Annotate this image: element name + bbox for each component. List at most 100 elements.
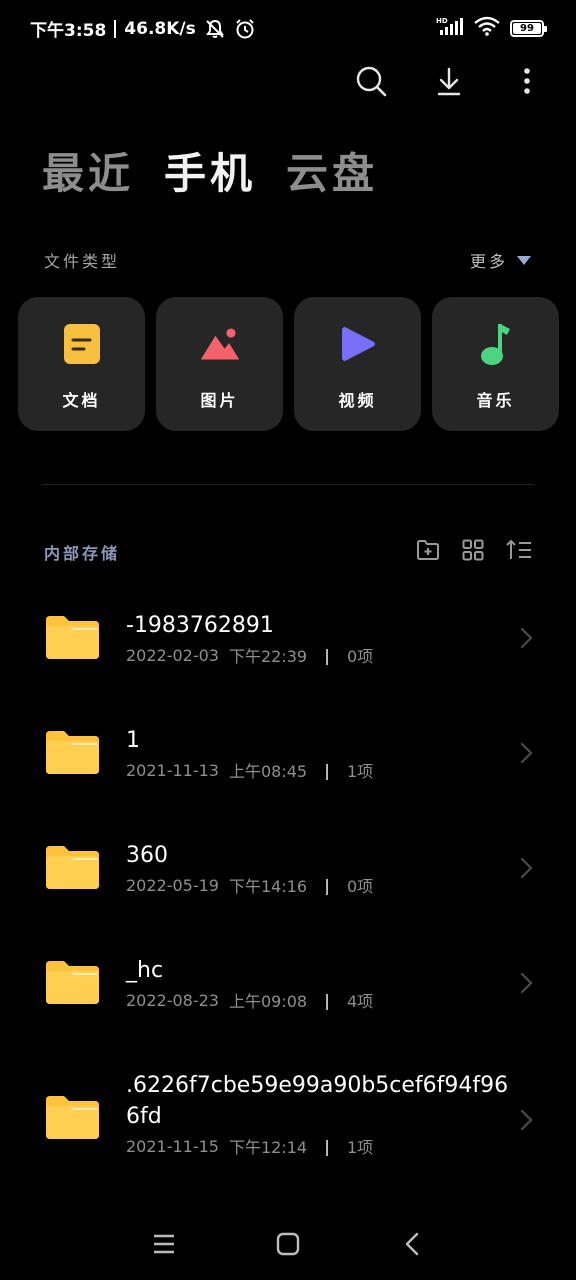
storage-title: 内部存储 bbox=[44, 544, 121, 563]
storage-header: 内部存储 bbox=[44, 539, 532, 565]
mute-icon bbox=[204, 18, 226, 40]
status-bar: 下午3:58 46.8K/s HD 99 bbox=[0, 0, 576, 56]
download-icon[interactable] bbox=[432, 64, 466, 98]
file-date: 2022-08-23 bbox=[126, 990, 219, 1010]
chevron-right-icon bbox=[518, 971, 534, 995]
file-count: 0项 bbox=[346, 877, 374, 896]
battery-icon: 99 bbox=[510, 19, 547, 37]
folder-icon bbox=[44, 729, 101, 775]
category-video[interactable]: 视频 bbox=[294, 297, 421, 431]
more-button[interactable]: 更多 bbox=[470, 248, 532, 272]
file-info: -1983762891 2022-02-03 下午22:39 | 0项 bbox=[126, 610, 516, 667]
category-image[interactable]: 图片 bbox=[156, 297, 283, 431]
image-icon bbox=[199, 323, 241, 365]
top-toolbar bbox=[354, 64, 544, 98]
meta-separator: | bbox=[324, 990, 330, 1010]
search-icon[interactable] bbox=[354, 64, 388, 98]
status-separator bbox=[114, 19, 117, 38]
file-types-header: 文件类型 更多 bbox=[44, 248, 532, 272]
section-divider bbox=[42, 484, 534, 485]
file-time: 上午08:45 bbox=[228, 762, 308, 781]
file-info: _hc 2022-08-23 上午09:08 | 4项 bbox=[126, 955, 516, 1012]
wifi-icon bbox=[474, 16, 500, 40]
meta-separator: | bbox=[324, 1136, 330, 1156]
network-speed: 46.8K/s bbox=[124, 18, 196, 39]
file-type-grid: 文档 图片 视频 音乐 bbox=[18, 297, 559, 431]
file-row[interactable]: 360 2022-05-19 下午14:16 | 0项 bbox=[0, 812, 576, 927]
file-meta: 2022-05-19 下午14:16 | 0项 bbox=[126, 873, 516, 897]
file-date: 2021-11-13 bbox=[126, 760, 219, 780]
category-label: 音乐 bbox=[476, 391, 515, 410]
file-meta: 2022-08-23 上午09:08 | 4项 bbox=[126, 988, 516, 1012]
file-types-title: 文件类型 bbox=[44, 252, 121, 271]
file-time: 下午22:39 bbox=[228, 647, 308, 666]
file-name: 360 bbox=[126, 843, 168, 868]
storage-actions bbox=[416, 539, 532, 565]
meta-separator: | bbox=[324, 645, 330, 665]
folder-icon bbox=[44, 614, 101, 660]
category-label: 视频 bbox=[338, 391, 377, 410]
svg-text:HD: HD bbox=[436, 17, 448, 25]
file-info: .6226f7cbe59e99a90b5cef6f94f966fd 2021-1… bbox=[126, 1070, 516, 1158]
file-name: _hc bbox=[126, 958, 164, 983]
tab-recent[interactable]: 最近 bbox=[42, 140, 134, 201]
file-count: 0项 bbox=[346, 647, 374, 666]
file-info: 1 2021-11-13 上午08:45 | 1项 bbox=[126, 725, 516, 782]
document-icon bbox=[61, 323, 103, 365]
file-time: 下午12:14 bbox=[228, 1138, 308, 1157]
file-meta: 2021-11-15 下午12:14 | 1项 bbox=[126, 1134, 516, 1158]
music-icon bbox=[475, 323, 517, 365]
file-name: .6226f7cbe59e99a90b5cef6f94f966fd bbox=[126, 1073, 509, 1129]
status-left: 下午3:58 46.8K/s bbox=[30, 16, 256, 41]
more-label: 更多 bbox=[469, 252, 508, 271]
new-folder-icon[interactable] bbox=[416, 539, 440, 565]
category-label: 图片 bbox=[200, 391, 239, 410]
battery-level: 99 bbox=[520, 22, 534, 34]
category-music[interactable]: 音乐 bbox=[432, 297, 559, 431]
hd-signal-icon: HD bbox=[436, 16, 464, 40]
menu-icon[interactable] bbox=[150, 1230, 178, 1258]
sort-icon[interactable] bbox=[506, 539, 532, 565]
chevron-right-icon bbox=[518, 856, 534, 880]
file-list: -1983762891 2022-02-03 下午22:39 | 0项 1 20… bbox=[0, 582, 576, 1182]
chevron-right-icon bbox=[518, 741, 534, 765]
file-info: 360 2022-05-19 下午14:16 | 0项 bbox=[126, 840, 516, 897]
file-date: 2022-05-19 bbox=[126, 875, 219, 895]
status-time: 下午3:58 bbox=[30, 21, 107, 41]
file-name: -1983762891 bbox=[126, 613, 274, 638]
meta-separator: | bbox=[324, 760, 330, 780]
triangle-down-icon bbox=[516, 251, 532, 270]
folder-icon bbox=[44, 844, 101, 890]
file-row[interactable]: -1983762891 2022-02-03 下午22:39 | 0项 bbox=[0, 582, 576, 697]
file-row[interactable]: 1 2021-11-13 上午08:45 | 1项 bbox=[0, 697, 576, 812]
folder-icon bbox=[44, 1094, 101, 1140]
file-date: 2022-02-03 bbox=[126, 645, 219, 665]
home-icon[interactable] bbox=[274, 1230, 302, 1258]
alarm-icon bbox=[234, 18, 256, 40]
tab-cloud[interactable]: 云盘 bbox=[286, 140, 378, 201]
file-row[interactable]: _hc 2022-08-23 上午09:08 | 4项 bbox=[0, 927, 576, 1042]
category-document[interactable]: 文档 bbox=[18, 297, 145, 431]
tab-phone[interactable]: 手机 bbox=[164, 140, 256, 201]
more-icon[interactable] bbox=[510, 64, 544, 98]
file-name: 1 bbox=[126, 728, 140, 753]
grid-view-icon[interactable] bbox=[462, 539, 484, 565]
chevron-right-icon bbox=[518, 1108, 534, 1132]
chevron-right-icon bbox=[518, 626, 534, 650]
folder-icon bbox=[44, 959, 101, 1005]
status-right: HD 99 bbox=[436, 16, 547, 40]
back-icon[interactable] bbox=[398, 1230, 426, 1258]
meta-separator: | bbox=[324, 875, 330, 895]
file-meta: 2022-02-03 下午22:39 | 0项 bbox=[126, 643, 516, 667]
file-time: 下午14:16 bbox=[228, 877, 308, 896]
video-icon bbox=[337, 323, 379, 365]
file-time: 上午09:08 bbox=[228, 992, 308, 1011]
file-date: 2021-11-15 bbox=[126, 1136, 219, 1156]
system-nav-bar bbox=[0, 1208, 576, 1280]
file-meta: 2021-11-13 上午08:45 | 1项 bbox=[126, 758, 516, 782]
file-count: 4项 bbox=[346, 992, 374, 1011]
category-label: 文档 bbox=[62, 391, 101, 410]
file-row[interactable]: .6226f7cbe59e99a90b5cef6f94f966fd 2021-1… bbox=[0, 1042, 576, 1182]
main-tabs: 最近 手机 云盘 bbox=[42, 140, 378, 201]
file-count: 1项 bbox=[346, 1138, 374, 1157]
